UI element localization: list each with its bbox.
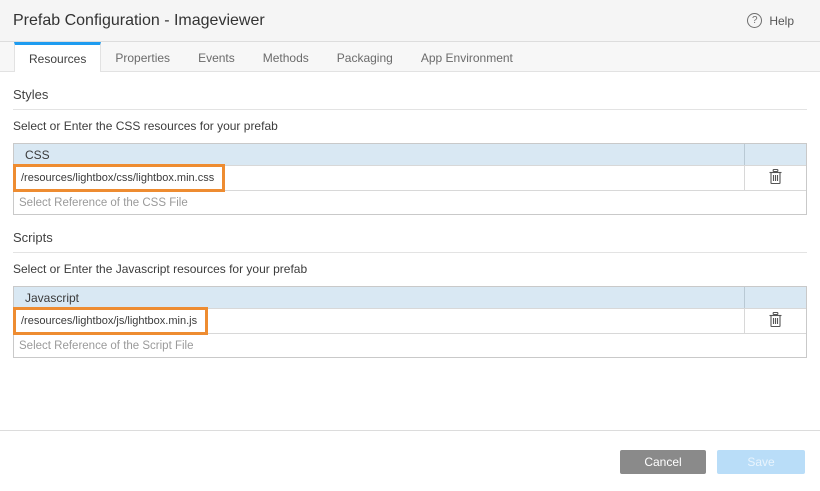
delete-css-resource-button[interactable] bbox=[766, 168, 786, 188]
script-reference-row: Select Reference of the Script File bbox=[14, 333, 806, 357]
cancel-button[interactable]: Cancel bbox=[620, 450, 706, 474]
tab-packaging[interactable]: Packaging bbox=[323, 42, 407, 71]
css-column-header: CSS bbox=[14, 144, 744, 165]
tab-events[interactable]: Events bbox=[184, 42, 249, 71]
script-resource-value[interactable]: /resources/lightbox/js/lightbox.min.js bbox=[13, 307, 208, 335]
javascript-column-header: Javascript bbox=[14, 287, 744, 308]
css-actions-column-header bbox=[744, 144, 806, 165]
trash-icon bbox=[768, 168, 783, 188]
styles-section-title: Styles bbox=[13, 87, 807, 110]
tab-app-environment[interactable]: App Environment bbox=[407, 42, 527, 71]
css-resources-table: CSS /resources/lightbox/css/lightbox.min… bbox=[13, 143, 807, 215]
css-table-header-row: CSS bbox=[14, 144, 806, 165]
script-actions-column-header bbox=[744, 287, 806, 308]
tab-properties[interactable]: Properties bbox=[101, 42, 184, 71]
css-resource-value[interactable]: /resources/lightbox/css/lightbox.min.css bbox=[13, 164, 225, 192]
resources-panel: Styles Select or Enter the CSS resources… bbox=[0, 87, 820, 358]
scripts-section-title: Scripts bbox=[13, 230, 807, 253]
help-label: Help bbox=[769, 14, 794, 28]
tab-bar: Resources Properties Events Methods Pack… bbox=[0, 42, 820, 72]
tab-resources[interactable]: Resources bbox=[14, 42, 101, 72]
styles-section-description: Select or Enter the CSS resources for yo… bbox=[13, 119, 807, 133]
script-resources-table: Javascript /resources/lightbox/js/lightb… bbox=[13, 286, 807, 358]
help-button[interactable]: ? Help bbox=[747, 13, 794, 28]
scripts-section-description: Select or Enter the Javascript resources… bbox=[13, 262, 807, 276]
css-resource-row: /resources/lightbox/css/lightbox.min.css bbox=[14, 165, 806, 190]
css-reference-input[interactable]: Select Reference of the CSS File bbox=[14, 191, 806, 214]
dialog-header: Prefab Configuration - Imageviewer ? Hel… bbox=[0, 0, 820, 42]
script-resource-row: /resources/lightbox/js/lightbox.min.js bbox=[14, 308, 806, 333]
dialog-footer: Cancel Save bbox=[0, 430, 820, 491]
page-title: Prefab Configuration - Imageviewer bbox=[13, 12, 265, 30]
css-reference-row: Select Reference of the CSS File bbox=[14, 190, 806, 214]
tab-methods[interactable]: Methods bbox=[249, 42, 323, 71]
script-table-header-row: Javascript bbox=[14, 287, 806, 308]
delete-script-resource-button[interactable] bbox=[766, 311, 786, 331]
script-reference-input[interactable]: Select Reference of the Script File bbox=[14, 334, 806, 357]
help-circle-icon: ? bbox=[747, 13, 762, 28]
save-button[interactable]: Save bbox=[717, 450, 805, 474]
trash-icon bbox=[768, 311, 783, 331]
